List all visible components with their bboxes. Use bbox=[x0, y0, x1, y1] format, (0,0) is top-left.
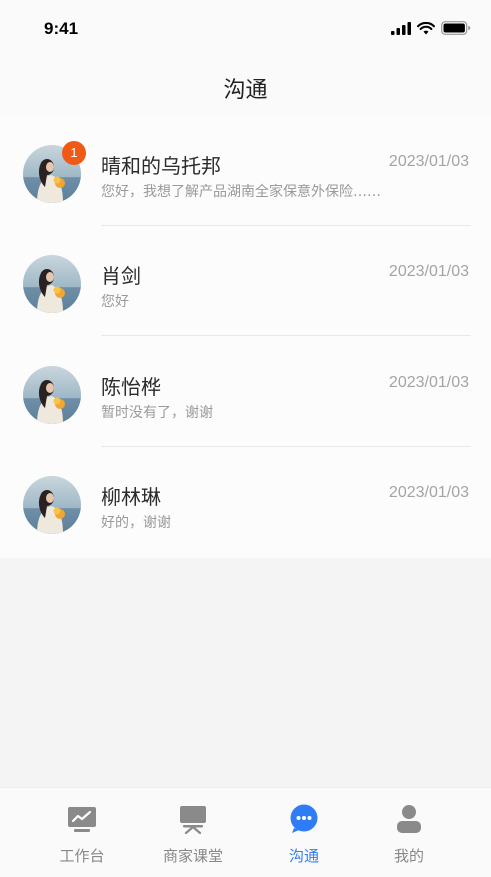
conversation-item[interactable]: 柳林琳 2023/01/03 好的，谢谢 bbox=[0, 447, 491, 557]
status-bar: 9:41 bbox=[0, 0, 491, 60]
conversation-list: 1 晴和的乌托邦 2023/01/03 您好，我想了解产品湖南全家保意外保险……… bbox=[0, 116, 491, 558]
contact-name: 陈怡桦 bbox=[101, 375, 161, 399]
divider bbox=[101, 335, 471, 336]
message-preview: 您好，我想了解产品湖南全家保意外保险…… bbox=[101, 184, 381, 200]
chat-bubble-icon bbox=[290, 804, 318, 833]
conversation-item[interactable]: 1 晴和的乌托邦 2023/01/03 您好，我想了解产品湖南全家保意外保险…… bbox=[0, 116, 491, 226]
tab-bar: 工作台 商家课堂 沟通 我的 bbox=[0, 787, 491, 877]
battery-icon bbox=[441, 21, 471, 35]
tab-label: 沟通 bbox=[288, 847, 319, 865]
dashboard-chart-icon bbox=[68, 807, 96, 832]
message-date: 2023/01/03 bbox=[388, 263, 469, 280]
unread-badge: 1 bbox=[62, 141, 86, 165]
contact-name: 柳林琳 bbox=[101, 485, 161, 509]
message-preview: 暂时没有了，谢谢 bbox=[101, 405, 213, 421]
status-time: 9:41 bbox=[44, 19, 79, 38]
tab-mine[interactable]: 我的 bbox=[348, 788, 470, 877]
conversation-item[interactable]: 肖剑 2023/01/03 您好 bbox=[0, 226, 491, 336]
user-profile-icon bbox=[397, 805, 421, 833]
conversation-item[interactable]: 陈怡桦 2023/01/03 暂时没有了，谢谢 bbox=[0, 337, 491, 447]
message-preview: 好的，谢谢 bbox=[101, 515, 171, 531]
cellular-signal-icon bbox=[391, 21, 411, 35]
tab-communication[interactable]: 沟通 bbox=[243, 788, 365, 877]
tab-merchant-classroom[interactable]: 商家课堂 bbox=[132, 788, 254, 877]
message-date: 2023/01/03 bbox=[388, 153, 469, 170]
tab-label: 商家课堂 bbox=[162, 847, 223, 865]
avatar bbox=[23, 476, 81, 534]
avatar bbox=[23, 366, 81, 424]
message-date: 2023/01/03 bbox=[388, 374, 469, 391]
tab-workbench[interactable]: 工作台 bbox=[21, 788, 143, 877]
message-date: 2023/01/03 bbox=[388, 484, 469, 501]
classroom-board-icon bbox=[180, 806, 206, 834]
tab-label: 我的 bbox=[393, 847, 424, 865]
navigation-bar: 沟通 bbox=[0, 60, 491, 116]
message-preview: 您好 bbox=[101, 294, 129, 310]
tab-label: 工作台 bbox=[59, 847, 105, 865]
page-title: 沟通 bbox=[223, 78, 268, 103]
status-icons bbox=[391, 21, 471, 35]
avatar bbox=[23, 255, 81, 313]
contact-name: 晴和的乌托邦 bbox=[101, 154, 221, 178]
contact-name: 肖剑 bbox=[101, 264, 141, 288]
wifi-icon bbox=[417, 21, 435, 34]
